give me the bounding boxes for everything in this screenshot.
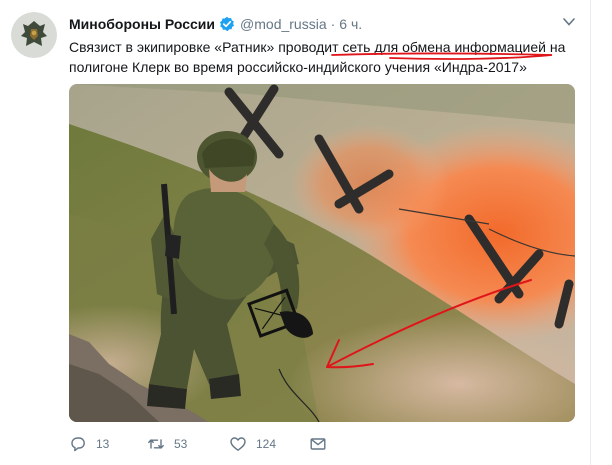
tweet-actions: 13 53 124 <box>69 432 449 456</box>
separator-dot: · <box>330 16 336 32</box>
direct-message-button[interactable] <box>309 432 327 456</box>
verified-badge-icon <box>219 16 235 32</box>
reply-button[interactable]: 13 <box>69 432 109 456</box>
avatar[interactable] <box>11 12 57 58</box>
army-emblem-avatar <box>11 12 57 58</box>
reply-count: 13 <box>96 437 110 451</box>
tweet-photo[interactable] <box>69 84 575 422</box>
chevron-down-icon[interactable] <box>562 16 576 28</box>
message-icon <box>310 438 326 450</box>
soldier-photo <box>69 84 575 422</box>
display-name[interactable]: Минобороны России <box>69 16 215 32</box>
like-count: 124 <box>256 437 277 451</box>
timeline-border <box>590 0 591 465</box>
like-button[interactable]: 124 <box>229 432 276 456</box>
red-underline-annotation <box>331 52 553 60</box>
handle[interactable]: @mod_russia <box>240 16 327 32</box>
tweet-header: Минобороны России @mod_russia · 6 ч. <box>69 14 362 34</box>
timestamp[interactable]: 6 ч. <box>339 16 362 32</box>
reply-icon <box>71 437 85 452</box>
retweet-button[interactable]: 53 <box>147 432 187 456</box>
like-icon <box>230 437 246 451</box>
retweet-icon <box>148 439 164 449</box>
tweet-text-part: Связист в экипировке «Ратник» проводит <box>69 39 343 55</box>
retweet-count: 53 <box>174 437 188 451</box>
